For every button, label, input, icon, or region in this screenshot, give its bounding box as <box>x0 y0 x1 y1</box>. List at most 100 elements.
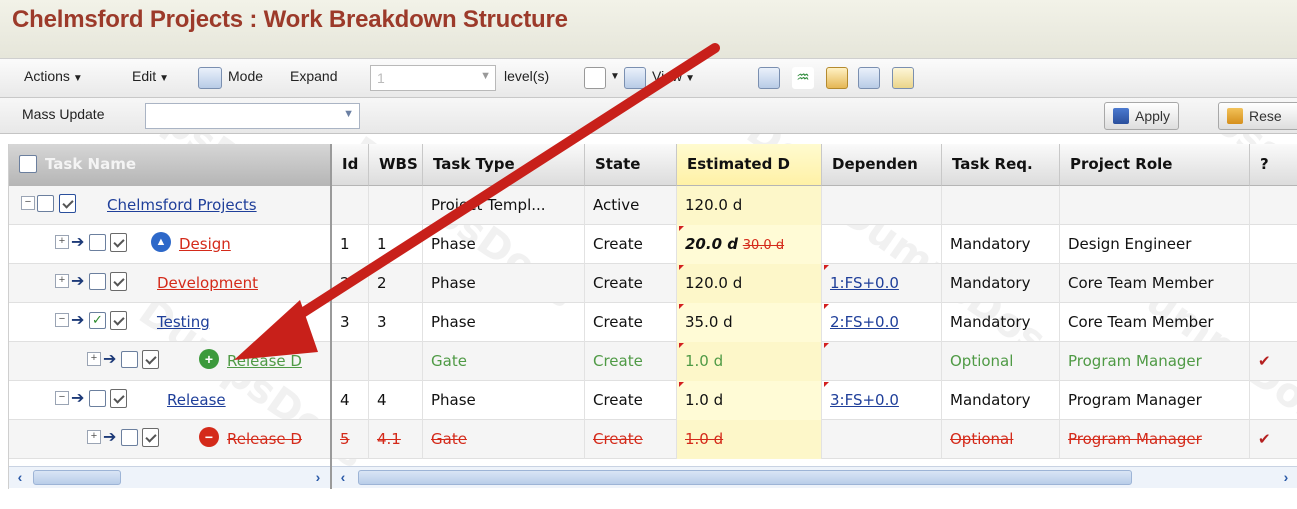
cell-task-req: Optional <box>942 342 1060 381</box>
task-name-link[interactable]: Release D <box>227 430 302 448</box>
filter-icon[interactable]: ♒ <box>792 67 814 89</box>
checkmark-icon: ✔ <box>1250 342 1297 381</box>
mass-update-select[interactable]: ▼ <box>145 103 360 129</box>
column-header-task-name[interactable]: Task Name <box>9 144 330 186</box>
row-checkbox[interactable] <box>121 429 138 446</box>
cell-project-role <box>1060 186 1250 225</box>
expand-icon[interactable]: + <box>87 352 101 366</box>
grid-view-icon[interactable] <box>624 67 646 89</box>
cell-estimated[interactable]: 120.0 d <box>677 264 822 303</box>
row-checkbox[interactable] <box>89 390 106 407</box>
right-horizontal-scrollbar[interactable]: ‹ › <box>332 466 1297 488</box>
task-name-link[interactable]: Chelmsford Projects <box>107 196 257 214</box>
table-row[interactable]: 3 3 Phase Create 35.0 d 2:FS+0.0 Mandato… <box>332 303 1297 342</box>
task-name-link[interactable]: Release <box>167 391 226 409</box>
tree-row[interactable]: − ➔ Release <box>9 381 330 420</box>
scroll-right-icon[interactable]: › <box>309 468 327 487</box>
scroll-left-icon[interactable]: ‹ <box>334 468 352 487</box>
table-row[interactable]: 5 4.1 Gate Create 1.0 d Optional Program… <box>332 420 1297 459</box>
apply-button[interactable]: Apply <box>1104 102 1180 130</box>
tree-row[interactable]: + ➔ − Release D <box>9 420 330 459</box>
dependency-link[interactable]: 2:FS+0.0 <box>830 313 899 331</box>
column-header-estimated-duration[interactable]: Estimated D <box>677 144 822 186</box>
changed-marker-icon <box>824 343 829 348</box>
cell-estimated[interactable]: 1.0 d <box>677 420 822 459</box>
row-checkbox[interactable] <box>89 273 106 290</box>
reset-button[interactable]: Rese <box>1218 102 1297 130</box>
table-row[interactable]: 2 2 Phase Create 120.0 d 1:FS+0.0 Mandat… <box>332 264 1297 303</box>
expand-icon[interactable]: + <box>87 430 101 444</box>
tree-row[interactable]: − ➔ ✓ Testing <box>9 303 330 342</box>
cell-estimated[interactable]: 35.0 d <box>677 303 822 342</box>
tree-row[interactable]: − Chelmsford Projects <box>9 186 330 225</box>
cell-task-req: Mandatory <box>942 225 1060 264</box>
expand-level-select[interactable]: 1 ▼ <box>370 65 496 91</box>
cell-dependency[interactable]: 3:FS+0.0 <box>822 381 942 420</box>
task-name-link[interactable]: Design <box>179 235 231 253</box>
column-header-project-role[interactable]: Project Role <box>1060 144 1250 186</box>
collapse-icon[interactable]: − <box>55 391 69 405</box>
new-document-icon[interactable] <box>584 67 606 89</box>
tree-row[interactable]: + ➔ ▲ Design <box>9 225 330 264</box>
column-header-task-type[interactable]: Task Type <box>423 144 585 186</box>
expand-icon[interactable]: + <box>55 274 69 288</box>
task-name-link[interactable]: Development <box>157 274 258 292</box>
cell-state: Create <box>585 225 677 264</box>
table-icon[interactable] <box>758 67 780 89</box>
collapse-icon[interactable]: − <box>21 196 35 210</box>
cell-task-type: Phase <box>423 264 585 303</box>
table-row[interactable]: Gate Create 1.0 d Optional Program Manag… <box>332 342 1297 381</box>
scrollbar-thumb[interactable] <box>33 470 121 485</box>
tree-row[interactable]: + ➔ Development <box>9 264 330 303</box>
help-icon[interactable] <box>892 67 914 89</box>
actions-menu[interactable]: Actions ▼ <box>24 68 83 84</box>
row-checkbox[interactable] <box>37 195 54 212</box>
task-name-link[interactable]: Release D <box>227 352 302 370</box>
cell-dependency[interactable]: 1:FS+0.0 <box>822 264 942 303</box>
chevron-down-icon[interactable]: ▼ <box>610 71 620 82</box>
column-header-dependencies[interactable]: Dependen <box>822 144 942 186</box>
title-bar: Chelmsford Projects : Work Breakdown Str… <box>0 0 1297 58</box>
cell-task-type: Project Templ... <box>423 186 585 225</box>
scroll-right-icon[interactable]: › <box>1277 468 1295 487</box>
column-header-extra[interactable]: ? <box>1250 144 1297 186</box>
column-header-task-req[interactable]: Task Req. <box>942 144 1060 186</box>
cell-estimated[interactable]: 20.0 d 30.0 d <box>677 225 822 264</box>
scroll-left-icon[interactable]: ‹ <box>11 468 29 487</box>
cell-dependency[interactable]: 2:FS+0.0 <box>822 303 942 342</box>
table-row[interactable]: Project Templ... Active 120.0 d <box>332 186 1297 225</box>
cell-dependency[interactable] <box>822 342 942 381</box>
row-checkbox[interactable] <box>89 234 106 251</box>
table-row[interactable]: 1 1 Phase Create 20.0 d 30.0 d Mandatory… <box>332 225 1297 264</box>
left-horizontal-scrollbar[interactable]: ‹ › <box>9 466 330 488</box>
row-checkbox-checked[interactable]: ✓ <box>89 312 106 329</box>
column-header-state[interactable]: State <box>585 144 677 186</box>
edit-menu[interactable]: Edit ▼ <box>132 68 169 84</box>
dependency-link[interactable]: 3:FS+0.0 <box>830 391 899 409</box>
select-all-checkbox[interactable] <box>19 155 37 173</box>
dependency-link[interactable]: 1:FS+0.0 <box>830 274 899 292</box>
task-icon <box>110 272 127 291</box>
cell-estimated[interactable]: 120.0 d <box>677 186 822 225</box>
table-row[interactable]: 4 4 Phase Create 1.0 d 3:FS+0.0 Mandator… <box>332 381 1297 420</box>
cell-estimated[interactable]: 1.0 d <box>677 342 822 381</box>
scrollbar-thumb[interactable] <box>358 470 1132 485</box>
view-menu[interactable]: View ▼ <box>652 68 695 84</box>
row-checkbox[interactable] <box>121 351 138 368</box>
cell-project-role: Program Manager <box>1060 342 1250 381</box>
mode-button[interactable]: Mode <box>228 68 263 84</box>
mode-icon[interactable] <box>198 67 222 89</box>
print-icon[interactable] <box>826 67 848 89</box>
column-header-wbs[interactable]: WBS <box>369 144 423 186</box>
task-icon <box>110 311 127 330</box>
column-header-id[interactable]: Id <box>332 144 369 186</box>
cell-dependency[interactable] <box>822 186 942 225</box>
expand-icon[interactable]: + <box>55 235 69 249</box>
collapse-icon[interactable]: − <box>55 313 69 327</box>
cell-dependency[interactable] <box>822 420 942 459</box>
cell-dependency[interactable] <box>822 225 942 264</box>
cell-estimated[interactable]: 1.0 d <box>677 381 822 420</box>
tree-row[interactable]: + ➔ + Release D <box>9 342 330 381</box>
sort-icon[interactable] <box>858 67 880 89</box>
task-name-link[interactable]: Testing <box>157 313 210 331</box>
